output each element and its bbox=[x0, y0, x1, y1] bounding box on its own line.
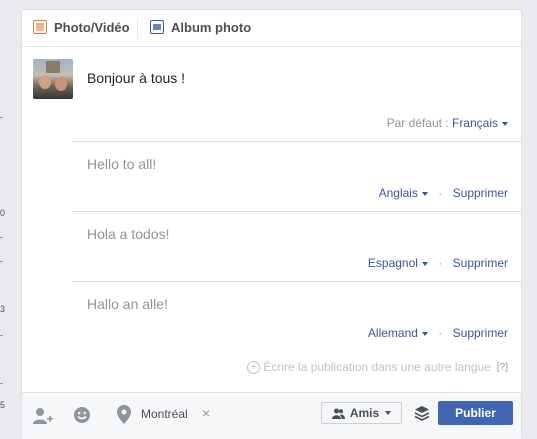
composer-tabs: Photo/Vidéo Album photo bbox=[22, 10, 521, 47]
translation-actions: Espagnol · Supprimer bbox=[368, 256, 508, 270]
chevron-down-icon bbox=[385, 411, 392, 415]
tab-divider bbox=[137, 19, 138, 39]
translation-text[interactable]: Hello to all! bbox=[87, 156, 156, 172]
audience-selector[interactable]: Amis bbox=[321, 402, 402, 424]
write-other-language-row: + Écrire la publication dans une autre l… bbox=[247, 360, 508, 374]
tab-label: Photo/Vidéo bbox=[54, 19, 130, 35]
photo-video-icon bbox=[33, 20, 47, 34]
separator: · bbox=[438, 186, 443, 200]
left-edge-fragments: - 0 - - 3 - - 5 bbox=[0, 0, 10, 437]
translation-language-select[interactable]: Espagnol bbox=[368, 256, 428, 270]
edge-mark: - bbox=[0, 112, 3, 122]
chevron-down-icon bbox=[421, 331, 428, 336]
tab-photo-album[interactable]: Album photo bbox=[150, 18, 251, 36]
separator: · bbox=[438, 326, 443, 340]
avatar bbox=[33, 59, 73, 99]
composer-footer: Montréal × Amis Publier bbox=[22, 392, 521, 439]
edge-mark: - bbox=[0, 256, 3, 266]
tab-label: Album photo bbox=[171, 19, 252, 35]
tab-photo-video[interactable]: Photo/Vidéo bbox=[33, 18, 130, 36]
delete-translation-link[interactable]: Supprimer bbox=[453, 256, 508, 270]
tag-friends-icon[interactable] bbox=[33, 407, 53, 430]
layers-icon[interactable] bbox=[414, 405, 430, 426]
default-language-select[interactable]: Français bbox=[452, 116, 508, 130]
separator: · bbox=[438, 256, 443, 270]
edge-mark: - bbox=[0, 232, 3, 242]
chevron-down-icon bbox=[421, 191, 428, 196]
emoji-icon[interactable] bbox=[73, 406, 91, 429]
help-link[interactable]: [?] bbox=[497, 362, 508, 373]
translation-block: Hello to all! Anglais · Supprimer bbox=[72, 141, 521, 211]
edge-mark: 5 bbox=[0, 400, 6, 410]
chevron-down-icon bbox=[502, 121, 508, 126]
default-language-label: Par défaut : bbox=[386, 116, 449, 130]
audience-label: Amis bbox=[349, 406, 380, 420]
write-other-language-link[interactable]: Écrire la publication dans une autre lan… bbox=[263, 360, 490, 374]
edge-mark: - bbox=[0, 330, 3, 340]
post-composer: Photo/Vidéo Album photo Bonjour à tous !… bbox=[21, 9, 522, 439]
delete-translation-link[interactable]: Supprimer bbox=[453, 326, 508, 340]
friends-icon bbox=[331, 408, 345, 419]
add-circle-icon: + bbox=[247, 360, 261, 374]
translation-block: Hola a todos! Espagnol · Supprimer bbox=[72, 211, 521, 281]
translation-language-select[interactable]: Anglais bbox=[379, 186, 428, 200]
translation-block: Hallo an alle! Allemand · Supprimer bbox=[72, 281, 521, 351]
chevron-down-icon bbox=[421, 261, 428, 266]
photo-album-icon bbox=[150, 20, 164, 34]
location-pin-icon[interactable] bbox=[117, 405, 131, 429]
default-language-row: Par défaut : Français bbox=[387, 116, 508, 130]
translation-actions: Anglais · Supprimer bbox=[379, 186, 508, 200]
edge-mark: - bbox=[0, 378, 3, 388]
remove-location-icon[interactable]: × bbox=[202, 405, 210, 421]
translation-language-select[interactable]: Allemand bbox=[368, 326, 428, 340]
edge-mark: 0 bbox=[0, 208, 6, 218]
publish-button[interactable]: Publier bbox=[438, 401, 513, 425]
delete-translation-link[interactable]: Supprimer bbox=[453, 186, 508, 200]
translation-text[interactable]: Hallo an alle! bbox=[87, 296, 168, 312]
location-label: Montréal bbox=[141, 407, 188, 421]
translation-text[interactable]: Hola a todos! bbox=[87, 226, 170, 242]
composer-text[interactable]: Bonjour à tous ! bbox=[87, 70, 185, 86]
translation-actions: Allemand · Supprimer bbox=[368, 326, 508, 340]
edge-mark: 3 bbox=[0, 304, 6, 314]
